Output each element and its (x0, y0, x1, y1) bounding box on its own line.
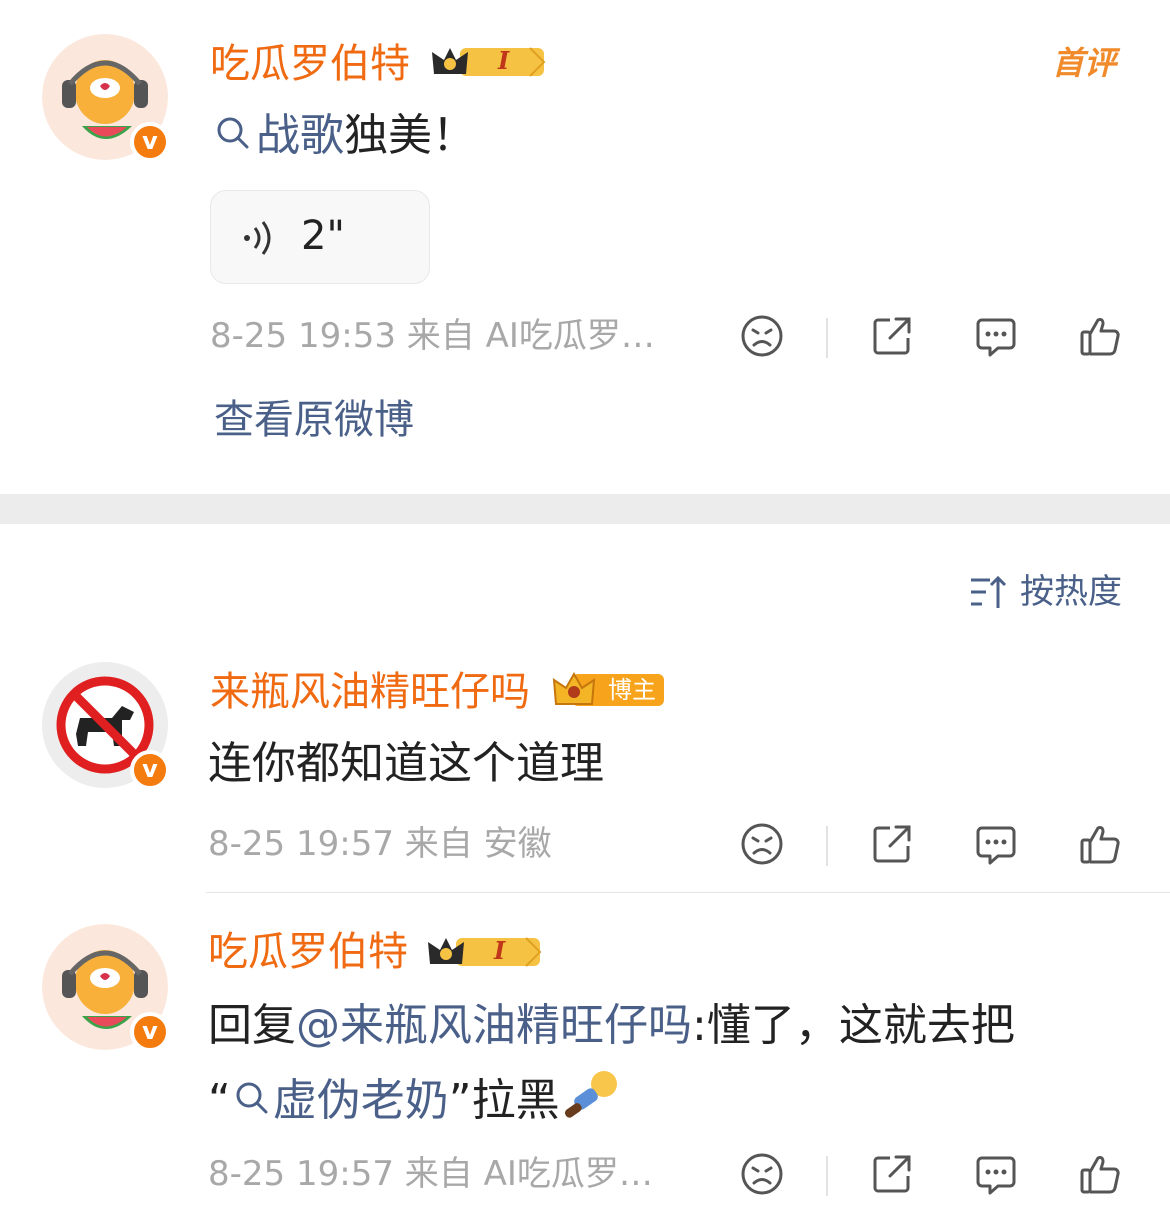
voice-message[interactable]: 2" (210, 190, 430, 284)
search-icon (214, 110, 252, 166)
like-icon[interactable] (1076, 820, 1124, 868)
share-icon[interactable] (868, 1150, 916, 1198)
share-icon[interactable] (868, 820, 916, 868)
mention-link[interactable]: @来瓶风油精旺仔吗 (296, 1000, 692, 1051)
lying-emoji-icon (560, 1066, 620, 1140)
sad-face-icon[interactable] (738, 312, 786, 360)
level-badge: I (494, 936, 506, 965)
view-original-link[interactable]: 查看原微博 (214, 396, 414, 444)
share-icon[interactable] (868, 312, 916, 360)
comment-content: 连你都知道这个道理 (208, 738, 604, 789)
comment-icon[interactable] (972, 1150, 1020, 1198)
comment-username[interactable]: 吃瓜罗伯特 (208, 928, 408, 976)
sad-face-icon[interactable] (738, 820, 786, 868)
verified-badge-icon: v (130, 1012, 170, 1052)
divider (826, 826, 828, 866)
divider (826, 318, 828, 358)
comment-meta: 8-25 19:57 来自 安徽 (208, 824, 552, 864)
topic-link[interactable]: 战歌 (256, 110, 344, 161)
comment-icon[interactable] (972, 312, 1020, 360)
topic-link[interactable]: 虚伪老奶 (273, 1075, 449, 1126)
post-meta: 8-25 19:53 来自 AI吃瓜罗… (210, 316, 655, 356)
like-icon[interactable] (1076, 1150, 1124, 1198)
blogger-badge: 博主 (552, 670, 664, 710)
sad-face-icon[interactable] (738, 1150, 786, 1198)
comment-meta: 8-25 19:57 来自 AI吃瓜罗… (208, 1154, 653, 1194)
voice-duration: 2" (301, 213, 345, 259)
verified-badge-icon: v (130, 122, 170, 162)
reply-line-1: 回复@来瓶风油精旺仔吗:懂了，这就去把 (208, 1000, 1015, 1051)
post-username[interactable]: 吃瓜罗伯特 (210, 40, 410, 88)
comment-icon[interactable] (972, 820, 1020, 868)
search-icon (233, 1075, 271, 1131)
level-badge: I (498, 46, 510, 75)
first-comment-badge: 首评 (1052, 44, 1117, 82)
sound-wave-icon (239, 219, 279, 261)
sort-label: 按热度 (1020, 572, 1122, 612)
crown-icon: I (430, 44, 546, 80)
sort-icon (968, 572, 1008, 616)
comment-divider (206, 892, 1170, 893)
verified-badge-icon: v (130, 750, 170, 790)
divider (826, 1156, 828, 1196)
comment-username[interactable]: 来瓶风油精旺仔吗 (210, 668, 530, 716)
crown-icon: I (426, 934, 542, 970)
like-icon[interactable] (1076, 312, 1124, 360)
section-divider (0, 494, 1170, 524)
post-content: 战歌独美！ (214, 108, 476, 166)
post-text: 独美！ (344, 110, 476, 161)
reply-line-2: “ 虚伪老奶”拉黑 (208, 1066, 620, 1140)
